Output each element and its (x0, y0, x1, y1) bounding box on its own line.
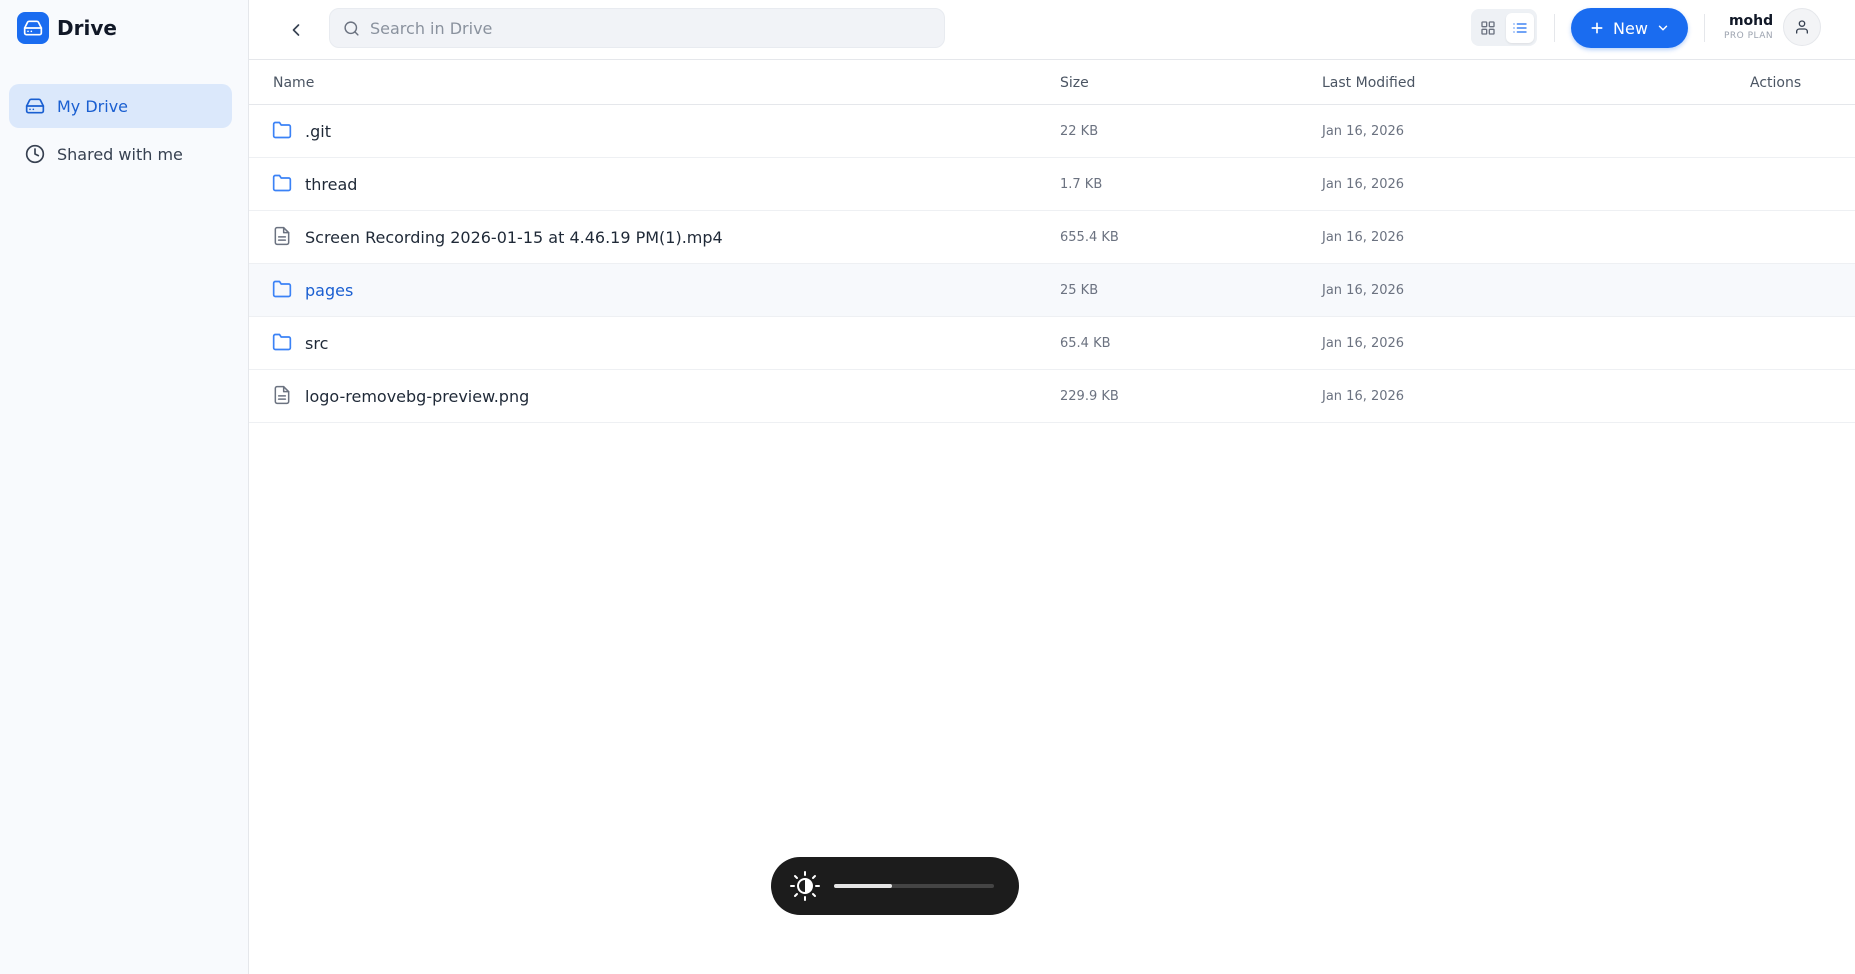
file-size: 1.7 KB (1060, 176, 1103, 192)
brightness-icon (789, 870, 821, 902)
grid-icon (1481, 20, 1495, 35)
file-name: .git (305, 121, 331, 141)
table-row[interactable]: .git 22 KB Jan 16, 2026 (249, 105, 1855, 158)
avatar[interactable] (1783, 8, 1822, 46)
file-icon (272, 226, 292, 246)
file-name: Screen Recording 2026-01-15 at 4.46.19 P… (305, 227, 723, 247)
user-info: mohd PRO PLAN (1724, 12, 1773, 42)
chevron-left-icon (292, 24, 300, 36)
file-modified: Jan 16, 2026 (1322, 123, 1405, 139)
brightness-slider[interactable] (834, 884, 994, 888)
table-row[interactable]: Screen Recording 2026-01-15 at 4.46.19 P… (249, 211, 1855, 264)
column-header-actions: Actions (1750, 74, 1802, 91)
user-plan: PRO PLAN (1724, 31, 1774, 41)
file-name: src (305, 333, 329, 353)
new-button[interactable]: New (1571, 8, 1688, 48)
sidebar-item-my-drive[interactable]: My Drive (9, 84, 232, 128)
file-modified: Jan 16, 2026 (1322, 335, 1405, 351)
file-table: Name Size Last Modified Actions .git 22 … (249, 61, 1855, 423)
column-header-modified[interactable]: Last Modified (1322, 75, 1415, 91)
sidebar-item-label: My Drive (57, 96, 129, 116)
user-name: mohd (1728, 13, 1774, 29)
file-name: thread (305, 174, 358, 194)
folder-icon (272, 120, 292, 140)
file-name: pages (305, 280, 354, 300)
search-input[interactable] (370, 18, 930, 38)
sidebar: Drive My Drive Shared with me (0, 0, 249, 974)
column-header-size[interactable]: Size (1060, 75, 1089, 91)
list-icon (1513, 22, 1527, 33)
file-size: 229.9 KB (1060, 388, 1119, 404)
sidebar-item-shared-with-me[interactable]: Shared with me (9, 132, 232, 176)
view-toggle (1471, 9, 1537, 46)
drive-logo-icon (17, 12, 49, 44)
back-button[interactable] (282, 16, 310, 44)
folder-icon (272, 173, 292, 193)
user-icon (1796, 20, 1809, 34)
chevron-down-icon (1658, 25, 1668, 31)
folder-icon (272, 279, 292, 299)
column-header-name[interactable]: Name (273, 75, 314, 91)
table-row[interactable]: src 65.4 KB Jan 16, 2026 (249, 317, 1855, 370)
brightness-overlay (771, 857, 1019, 915)
file-modified: Jan 16, 2026 (1322, 176, 1405, 192)
folder-icon (272, 332, 292, 352)
search-bar (329, 8, 945, 48)
drive-app: Drive My Drive Shared with me Search in … (0, 0, 1855, 974)
file-modified: Jan 16, 2026 (1322, 229, 1405, 245)
sidebar-nav: My Drive Shared with me (9, 84, 232, 180)
file-size: 22 KB (1060, 123, 1099, 139)
plus-icon (1591, 22, 1603, 34)
table-header: Name Size Last Modified Actions (249, 61, 1855, 105)
file-size: 25 KB (1060, 282, 1099, 298)
table-row[interactable]: pages 25 KB Jan 16, 2026 (249, 264, 1855, 317)
file-size: 655.4 KB (1060, 229, 1119, 245)
clock-icon (25, 144, 45, 164)
brand[interactable]: Drive (17, 12, 117, 44)
divider (1704, 14, 1705, 42)
user-menu[interactable]: mohd PRO PLAN (1724, 8, 1822, 46)
sidebar-item-label: Shared with me (57, 144, 183, 164)
list-view-button[interactable] (1506, 12, 1534, 43)
new-button-label: New (1613, 18, 1648, 38)
grid-view-button[interactable] (1474, 13, 1502, 43)
table-row[interactable]: thread 1.7 KB Jan 16, 2026 (249, 158, 1855, 211)
file-name: logo-removebg-preview.png (305, 386, 530, 406)
search-icon (343, 20, 360, 37)
top-bar: New mohd PRO PLAN (249, 0, 1855, 60)
table-row[interactable]: logo-removebg-preview.png 229.9 KB Jan 1… (249, 370, 1855, 423)
file-modified: Jan 16, 2026 (1322, 388, 1405, 404)
file-size: 65.4 KB (1060, 335, 1111, 351)
drive-icon (25, 96, 45, 116)
divider (1554, 14, 1555, 42)
app-name: Drive (57, 16, 117, 40)
brightness-slider-fill (834, 884, 892, 888)
file-icon (272, 385, 292, 405)
file-modified: Jan 16, 2026 (1322, 282, 1405, 298)
